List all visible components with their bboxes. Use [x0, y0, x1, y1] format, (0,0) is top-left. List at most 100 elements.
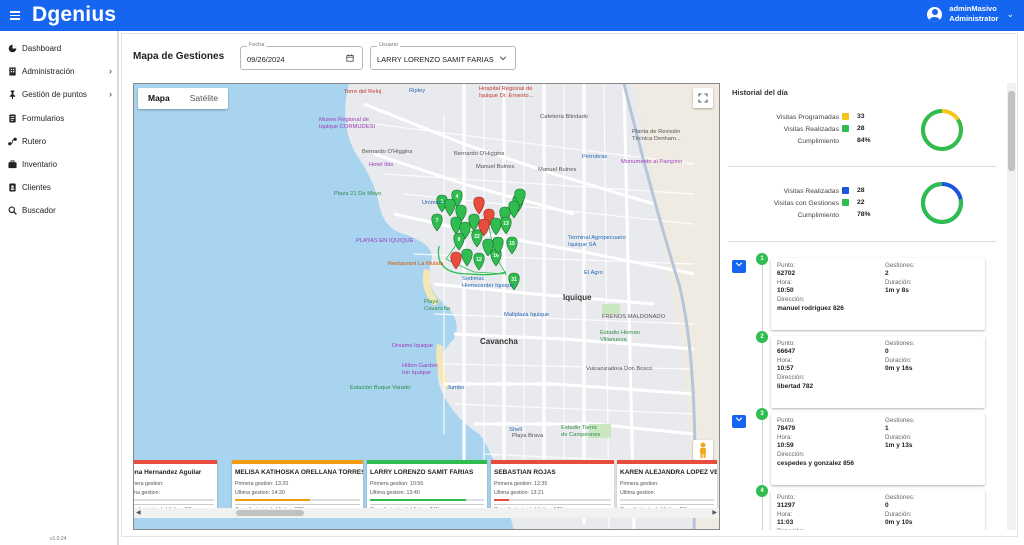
map-marker-pending[interactable] [473, 196, 485, 215]
map-type-map-button[interactable]: Mapa [138, 88, 180, 109]
divider [494, 504, 611, 505]
scroll-right-icon[interactable]: ▶ [712, 509, 717, 516]
user-card[interactable]: LARRY LORENZO SAMIT FARIAS Primera gestio… [367, 460, 487, 515]
sidebar-item-rutero[interactable]: Rutero [8, 134, 112, 148]
timeline-label-duracion: Duración: [885, 434, 912, 441]
compliance-progress-bar [620, 499, 714, 501]
horizontal-scrollbar[interactable]: ◀ ▶ [134, 508, 719, 518]
map-label: Dreams Iquique [392, 343, 433, 349]
map-label: Vulcanizadora Don Bosco [586, 366, 653, 372]
timeline-step-number: 4 [756, 485, 768, 497]
map-label: PLAYAS EN IQUIQUE [356, 238, 414, 244]
compliance-progress-bar [370, 499, 484, 501]
sidebar-item-administracion[interactable]: Administración › [8, 64, 112, 78]
route-icon [8, 137, 17, 145]
map-marker-visited[interactable] [490, 217, 502, 236]
street-view-pegman-icon[interactable] [693, 440, 713, 460]
timeline-value-gestiones: 1 [885, 425, 889, 432]
timeline-card[interactable]: Punto: 78479 Hora: 10:59 Dirección: cespedes … [771, 413, 985, 485]
timeline-label-direccion: Dirección: [777, 296, 805, 303]
user-card-first-gestion: Primera gestion: 13:20 [235, 481, 289, 487]
map-marker-visited[interactable]: 13 [500, 216, 512, 235]
chevron-down-icon[interactable] [499, 54, 507, 64]
user-card-first-gestion: Primera gestion: [134, 481, 164, 487]
map-view[interactable]: 147822132015161231 Torre del Reloj Riple… [133, 83, 720, 530]
user-card[interactable]: MELISA KATIHOSKA ORELLANA TORRES Primera … [232, 460, 363, 515]
scrollbar-thumb[interactable] [236, 510, 304, 516]
timeline-label-gestiones: Gestiones: [885, 340, 915, 347]
user-card[interactable]: SEBASTIAN ROJAS Primera gestion: 12:35 Ult… [491, 460, 614, 515]
map-label: Petrobras [582, 154, 608, 160]
timeline-value-direccion: cespedes y gonzalez 856 [777, 460, 854, 467]
timeline-value-hora: 11:03 [777, 519, 794, 526]
timeline-card[interactable]: Punto: 62702 Hora: 10:50 Dirección: manuel ro… [771, 258, 985, 330]
user-select[interactable]: Usuario LARRY LORENZO SAMIT FARIAS [370, 42, 516, 70]
map-marker-visited[interactable] [461, 248, 473, 267]
stat-label: Visitas Realizadas [784, 187, 852, 195]
compliance-progress-fill [494, 499, 510, 501]
user-card-name: MELISA KATIHOSKA ORELLANA TORRES [235, 469, 363, 476]
stat-label-text: Visitas con Gestiones [773, 200, 839, 207]
calendar-icon[interactable] [346, 54, 354, 64]
map-type-toggle: Mapa Satélite [138, 88, 229, 109]
user-card[interactable]: KAREN ALEJANDRA LOPEZ VERA Primera gestio… [617, 460, 717, 515]
map-label: Jumbo [447, 385, 465, 391]
sidebar-item-buscador[interactable]: Buscador [8, 203, 112, 217]
legend-spacer [842, 211, 849, 218]
user-cards-strip: Elena Hernandez Aguilar Primera gestion: U… [134, 460, 719, 518]
user-card-name: KAREN ALEJANDRA LOPEZ VERA [620, 469, 717, 476]
map-marker-visited[interactable] [508, 200, 520, 219]
map-marker-visited[interactable]: 7 [431, 213, 443, 232]
stat-value: 22 [857, 199, 865, 206]
map-label: Bernardo O'Higgins [362, 149, 413, 155]
timeline-card[interactable]: Punto:31297 Hora:11:03 Dirección: Gestiones… [771, 490, 985, 530]
sidebar-item-inventario[interactable]: Inventario [8, 157, 112, 171]
map-marker-visited[interactable]: 22 [471, 229, 483, 248]
user-card-name: SEBASTIAN ROJAS [494, 469, 556, 476]
fullscreen-icon[interactable] [693, 88, 713, 108]
date-field-value: 09/26/2024 [247, 55, 285, 64]
sidebar-item-dashboard[interactable]: Dashboard [8, 41, 112, 55]
map-label: Torre del Reloj [344, 89, 382, 95]
timeline-label-duracion: Duración: [885, 357, 912, 364]
map-marker-visited[interactable]: 12 [473, 252, 485, 271]
chevron-down-icon[interactable]: ⌄ [1006, 9, 1014, 20]
map-label: Sodimac Homecenter Iquique [462, 276, 515, 289]
scroll-left-icon[interactable]: ◀ [136, 509, 141, 516]
map-label: Estadio Tierra de Campeones [561, 425, 601, 438]
map-marker-visited[interactable]: 15 [506, 236, 518, 255]
briefcase-icon [8, 159, 17, 168]
stat-label: Visitas Realizadas [784, 125, 852, 133]
map-type-satellite-button[interactable]: Satélite [180, 88, 228, 109]
map-label: Bernardo O'Higgins [454, 151, 505, 157]
map-marker-visited[interactable]: 8 [453, 232, 465, 251]
timeline-card[interactable]: Punto: 66647 Hora: 10:57 Dirección: libertad … [771, 336, 985, 408]
sidebar-item-clientes[interactable]: Clientes [8, 180, 112, 194]
divider [728, 166, 996, 167]
sidebar-item-gestion-de-puntos[interactable]: Gestión de puntos › [8, 87, 112, 101]
timeline-label-punto: Punto: [777, 262, 795, 269]
hamburger-menu-icon[interactable] [10, 11, 20, 20]
user-menu[interactable]: adminMasivo Administrator ⌄ [927, 4, 1014, 24]
sidebar: Dashboard Administración › Gestión de pu… [0, 31, 119, 545]
svg-text:12: 12 [476, 257, 482, 263]
expand-chevron-icon[interactable] [732, 260, 746, 273]
vertical-scrollbar[interactable] [1007, 83, 1016, 530]
timeline-label-direccion: Dirección: [777, 528, 805, 530]
stat-value: 84% [857, 137, 871, 144]
expand-chevron-icon[interactable] [732, 415, 746, 428]
stat-label-text: Visitas Realizadas [783, 188, 839, 195]
timeline-label-duracion: Duración: [885, 279, 912, 286]
user-card[interactable]: Elena Hernandez Aguilar Primera gestion: U… [134, 460, 217, 515]
main-content: Mapa de Gestiones Fecha 09/26/2024 Usuar… [121, 33, 1018, 537]
divider [728, 241, 996, 242]
map-marker-pending[interactable] [450, 251, 462, 270]
timeline-label-gestiones: Gestiones: [885, 494, 915, 501]
date-field[interactable]: Fecha 09/26/2024 [240, 42, 363, 70]
sidebar-item-formularios[interactable]: Formularios [8, 111, 112, 125]
timeline-value-direccion: libertad 782 [777, 383, 814, 390]
timeline-value-punto: 31297 [777, 502, 796, 509]
app-logo[interactable]: Dgenius [32, 3, 116, 27]
map-marker-visited[interactable] [444, 198, 456, 217]
scrollbar-thumb[interactable] [1008, 91, 1015, 171]
